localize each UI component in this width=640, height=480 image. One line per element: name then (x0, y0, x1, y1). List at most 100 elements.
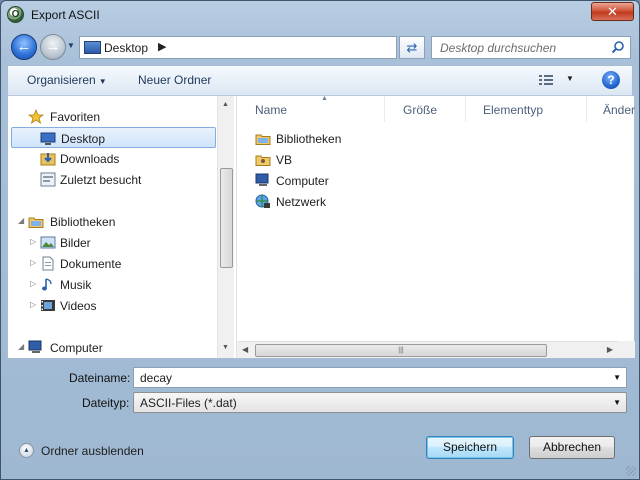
desktop-icon (84, 41, 101, 54)
list-item[interactable]: Bibliotheken (255, 129, 395, 149)
file-name: VB (276, 153, 293, 167)
expand-arrow-icon[interactable]: ▷ (30, 300, 36, 309)
file-name: Bibliotheken (276, 132, 342, 146)
search-icon[interactable] (611, 40, 625, 54)
column-header-label: Elementtyp (483, 103, 544, 117)
expand-arrow-icon[interactable]: ◢ (18, 216, 24, 225)
scroll-left-icon[interactable]: ◀ (242, 345, 248, 354)
list-item[interactable]: VB (255, 150, 395, 170)
chevron-up-icon: ▲ (19, 443, 34, 458)
filetype-select[interactable]: ASCII-Files (*.dat) ▼ (133, 392, 627, 413)
navigation-pane: Favoriten Desktop Downloads Zuletzt besu… (8, 96, 234, 358)
user-folder-icon (255, 155, 271, 166)
sidebar-item-label: Bibliotheken (50, 215, 116, 229)
libraries-icon (255, 134, 271, 145)
videos-icon (41, 300, 55, 311)
column-header-size[interactable]: Größe (386, 96, 466, 122)
sidebar-item-desktop[interactable]: Desktop (11, 127, 216, 148)
computer-icon (255, 173, 269, 186)
cancel-button[interactable]: Abbrechen (529, 436, 615, 459)
sidebar-item-recent[interactable]: Zuletzt besucht (8, 169, 216, 190)
sidebar-item-favoriten[interactable]: Favoriten (8, 106, 216, 127)
expand-arrow-icon[interactable]: ▷ (30, 279, 36, 288)
navigation-scrollbar[interactable]: ▲ ▼ (217, 96, 234, 358)
recent-places-icon (40, 172, 56, 187)
window-title: Export ASCII (31, 8, 100, 22)
sidebar-item-dokumente[interactable]: ▷ Dokumente (8, 253, 216, 274)
breadcrumb-chevron-icon[interactable]: ▶ (158, 40, 166, 53)
column-header-label: Name (255, 103, 288, 117)
scroll-down-icon[interactable]: ▼ (222, 344, 229, 351)
scroll-thumb[interactable] (220, 168, 233, 268)
sidebar-item-label: Bilder (60, 236, 91, 250)
scroll-right-icon[interactable]: ▶ (607, 345, 613, 354)
network-icon (255, 194, 270, 208)
column-header-label: Änder (603, 103, 636, 117)
export-ascii-dialog: O Export ASCII ✕ ← → ▼ Desktop ▶ ⇄ Deskt… (0, 0, 640, 480)
scrollbar-corner (618, 341, 635, 358)
sidebar-item-musik[interactable]: ▷ Musik (8, 274, 216, 295)
view-dropdown-icon[interactable]: ▼ (566, 74, 574, 83)
star-icon (28, 109, 44, 124)
column-header-name[interactable]: Name ▲ (237, 95, 385, 122)
sidebar-item-label: Musik (60, 278, 92, 292)
new-folder-button[interactable]: Neuer Ordner (138, 73, 211, 87)
pictures-icon (40, 236, 56, 249)
column-header-type[interactable]: Elementtyp (467, 96, 587, 122)
navigation-bar: ← → ▼ Desktop ▶ ⇄ Desktop durchsuchen (7, 31, 633, 63)
column-header-modified[interactable]: Änder (588, 96, 635, 122)
list-item[interactable]: Netzwerk (255, 192, 395, 212)
recent-pages-dropdown-icon[interactable]: ▼ (67, 41, 77, 53)
sidebar-item-label: Downloads (60, 152, 120, 166)
organize-menu-button[interactable]: Organisieren ▼ (27, 73, 107, 87)
close-button[interactable]: ✕ (591, 2, 634, 21)
list-item[interactable]: Computer (255, 171, 395, 191)
refresh-button[interactable]: ⇄ (399, 36, 425, 59)
app-icon: O (7, 6, 24, 23)
address-bar[interactable]: Desktop ▶ (79, 36, 397, 59)
file-name: Netzwerk (276, 195, 327, 209)
filetype-label: Dateityp: (82, 396, 130, 410)
search-input[interactable]: Desktop durchsuchen (431, 36, 631, 59)
forward-button[interactable]: → (40, 34, 66, 60)
breadcrumb-desktop[interactable]: Desktop (104, 41, 148, 55)
filetype-value: ASCII-Files (*.dat) (140, 396, 237, 410)
file-name: Computer (276, 174, 329, 188)
save-button[interactable]: Speichern (426, 436, 514, 459)
expand-arrow-icon[interactable]: ▷ (30, 237, 36, 246)
view-options-icon[interactable] (538, 73, 554, 87)
desktop-icon (40, 132, 56, 145)
sidebar-item-bilder[interactable]: ▷ Bilder (8, 232, 216, 253)
resize-grip[interactable] (626, 466, 636, 476)
sidebar-item-label: Computer (50, 341, 103, 355)
sidebar-item-label: Desktop (61, 132, 106, 146)
sidebar-item-label: Favoriten (50, 110, 101, 124)
sidebar-item-computer[interactable]: ◢ Computer (8, 337, 216, 358)
back-button[interactable]: ← (11, 34, 37, 60)
chevron-down-icon[interactable]: ▼ (613, 373, 621, 382)
chevron-down-icon: ▼ (613, 398, 621, 407)
sidebar-item-label: Dokumente (60, 257, 122, 271)
scroll-up-icon[interactable]: ▲ (222, 101, 229, 108)
sidebar-item-label: Zuletzt besucht (60, 173, 142, 187)
expand-arrow-icon[interactable]: ◢ (18, 342, 24, 351)
help-button[interactable]: ? (602, 71, 620, 89)
documents-icon (42, 256, 54, 271)
sidebar-item-bibliotheken[interactable]: ◢ Bibliotheken (8, 211, 216, 232)
sidebar-item-videos[interactable]: ▷ Videos (8, 295, 216, 316)
sort-ascending-icon: ▲ (321, 95, 328, 102)
expand-arrow-icon[interactable]: ▷ (30, 258, 36, 267)
sidebar-item-downloads[interactable]: Downloads (8, 148, 216, 169)
sidebar-item-label: Videos (60, 299, 97, 313)
command-toolbar: Organisieren ▼ Neuer Ordner ▼ ? (7, 65, 633, 96)
file-list-pane: Name ▲ Größe Elementtyp Änder Bibliothek… (236, 95, 635, 358)
computer-icon (28, 340, 42, 353)
organize-label: Organisieren (27, 73, 96, 87)
title-bar[interactable]: O Export ASCII ✕ (1, 1, 639, 28)
filename-value: decay (140, 371, 173, 385)
browser-area: Favoriten Desktop Downloads Zuletzt besu… (7, 95, 635, 359)
filename-label: Dateiname: (69, 371, 131, 385)
filename-field[interactable]: decay ▼ (133, 367, 627, 388)
horizontal-scrollbar[interactable]: ◀ ||| ▶ (237, 341, 618, 358)
scroll-thumb[interactable]: ||| (255, 344, 547, 357)
